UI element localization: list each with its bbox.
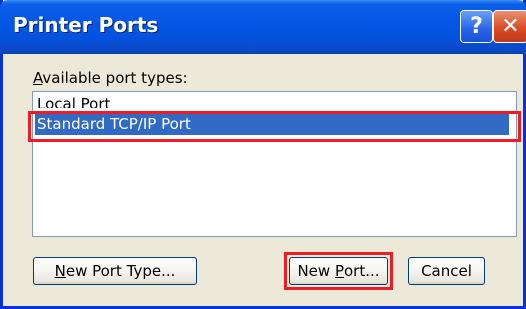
- highlight-box-selected-port: [28, 111, 521, 142]
- new-port-type-button[interactable]: New Port Type...: [33, 257, 197, 285]
- question-mark-icon: ?: [470, 13, 483, 39]
- help-button[interactable]: ?: [460, 10, 493, 43]
- title-bar[interactable]: Printer Ports ? ✕: [0, 0, 526, 54]
- available-port-types-label: Available port types:: [33, 69, 188, 87]
- close-icon: ✕: [501, 13, 520, 39]
- list-item-local-port[interactable]: Local Port: [35, 93, 513, 108]
- close-button[interactable]: ✕: [493, 10, 526, 43]
- cancel-button[interactable]: Cancel: [408, 257, 485, 285]
- highlight-box-new-port-button: [284, 252, 393, 290]
- window-title: Printer Ports: [13, 13, 159, 37]
